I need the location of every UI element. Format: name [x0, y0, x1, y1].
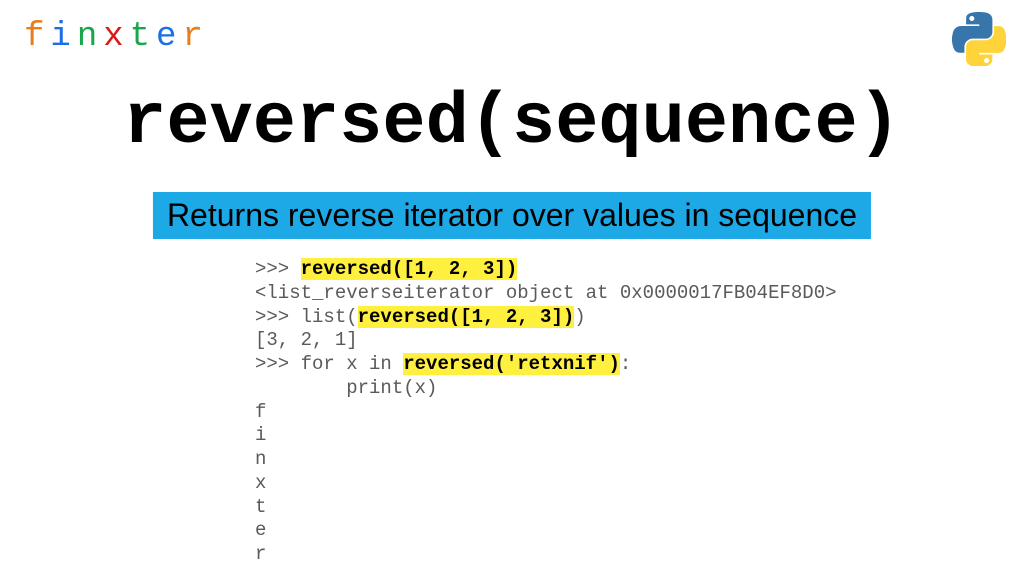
logo-letter: t: [130, 18, 156, 56]
code-output: n: [255, 448, 837, 472]
code-output: x: [255, 472, 837, 496]
code-example: >>> reversed([1, 2, 3]) <list_reverseite…: [255, 258, 837, 567]
code-output: e: [255, 519, 837, 543]
code-output: [3, 2, 1]: [255, 329, 837, 353]
code-output: f: [255, 401, 837, 425]
logo-letter: e: [156, 18, 182, 56]
code-highlight: reversed([1, 2, 3]): [358, 306, 575, 328]
code-output: i: [255, 424, 837, 448]
logo-letter: x: [103, 18, 129, 56]
subtitle-banner: Returns reverse iterator over values in …: [153, 192, 871, 239]
prompt: >>>: [255, 258, 301, 280]
logo-letter: i: [50, 18, 76, 56]
logo-letter: r: [182, 18, 208, 56]
finxter-logo: finxter: [24, 18, 209, 56]
code-output: r: [255, 543, 837, 567]
code-output: <list_reverseiterator object at 0x000001…: [255, 282, 837, 306]
code-text: print(x): [255, 377, 837, 401]
code-text: ): [574, 306, 585, 328]
logo-letter: f: [24, 18, 50, 56]
code-text: :: [620, 353, 631, 375]
prompt: >>> list(: [255, 306, 358, 328]
code-output: t: [255, 496, 837, 520]
logo-letter: n: [77, 18, 103, 56]
code-highlight: reversed([1, 2, 3]): [301, 258, 518, 280]
page-title: reversed(sequence): [0, 82, 1024, 164]
python-logo-icon: [952, 12, 1006, 66]
prompt: >>> for x in: [255, 353, 403, 375]
code-highlight: reversed('retxnif'): [403, 353, 620, 375]
